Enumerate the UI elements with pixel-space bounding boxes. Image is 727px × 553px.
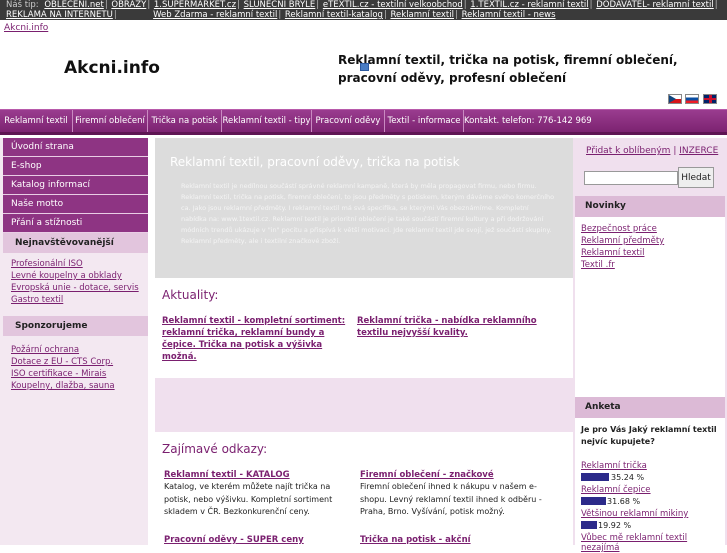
- poll-percent: 19.92 %: [598, 521, 632, 530]
- link-description: Katalog, ve kterém můžete najít trička n…: [164, 482, 333, 516]
- link-title[interactable]: Trička na potisk - akční: [360, 535, 471, 545]
- novinky-link[interactable]: Textil .fr: [581, 260, 615, 270]
- link-description: Firemní oblečení ihned k nákupu v našem …: [360, 482, 542, 516]
- tip-link-web-zdarma[interactable]: Web Zdarma - reklamní textil: [153, 10, 277, 20]
- hero-title: Reklamní textil, pracovní oděvy, trička …: [170, 155, 460, 169]
- tip-link-reklama[interactable]: REKLAMA NA INTERNETU: [6, 10, 113, 20]
- sidebar-link[interactable]: ISO certifikace - Mirais: [11, 369, 106, 379]
- right-top-links: Přidat k oblíbeným | INZERCE: [586, 146, 718, 156]
- inzerce-link[interactable]: INZERCE: [679, 146, 718, 156]
- nav-reklamni-textil[interactable]: Reklamní textil: [0, 110, 73, 132]
- news-link[interactable]: Reklamní trička - nabídka reklamního tex…: [357, 315, 547, 339]
- tips-label: Náš tip:: [6, 0, 39, 10]
- tip-link-katalog[interactable]: Reklamní textil-katalog: [285, 10, 383, 20]
- poll-option[interactable]: Reklamní čepice: [581, 485, 651, 495]
- site-logo[interactable]: Akcni.info: [64, 58, 160, 78]
- tip-link-news[interactable]: Reklamní textil - news: [462, 10, 556, 20]
- search-button[interactable]: Hledat: [678, 167, 714, 188]
- poll-option[interactable]: Většinou reklamní mikiny: [581, 509, 688, 519]
- add-favorites-link[interactable]: Přidat k oblíbeným: [586, 146, 670, 156]
- sidebar-item-prani[interactable]: Přání a stížnosti: [3, 214, 148, 233]
- plugin-icon: [360, 63, 369, 71]
- sidebar-link[interactable]: Koupelny, dlažba, sauna: [11, 381, 115, 391]
- sidebar-heading-sponsors: Sponzorujeme: [3, 316, 148, 336]
- czech-flag-icon[interactable]: [668, 94, 682, 104]
- poll-percent: 35.24 %: [611, 473, 645, 482]
- link-title[interactable]: Firemní oblečení - značkové: [360, 470, 494, 480]
- nav-firemni-obleceni[interactable]: Firemní oblečení: [73, 110, 148, 132]
- english-flag-icon[interactable]: [703, 94, 717, 104]
- tip-link-1textil[interactable]: 1.TEXTIL.cz - reklamní textil: [470, 0, 588, 10]
- links-heading: Zajímavé odkazy:: [162, 442, 268, 456]
- tip-link-dodavatel[interactable]: DODAVATEL- reklamní textil: [596, 0, 714, 10]
- news-link[interactable]: Reklamní textil - kompletní sortiment: r…: [162, 315, 352, 363]
- tip-link-reklamni-textil[interactable]: Reklamní textil: [391, 10, 454, 20]
- novinky-heading: Novinky: [575, 196, 725, 217]
- poll-question: Je pro Vás Jaký reklamní textil nejvíc k…: [581, 425, 717, 446]
- tip-link-bryle[interactable]: SLUNEČNÍ BRÝLE: [244, 0, 316, 10]
- sidebar-link[interactable]: Evropská unie - dotace, servis: [11, 283, 139, 293]
- sidebar-item-motto[interactable]: Naše motto: [3, 195, 148, 214]
- search-input[interactable]: [584, 171, 678, 185]
- sidebar-link[interactable]: Dotace z EU - CTS Corp.: [11, 357, 113, 367]
- divider-band: [155, 378, 573, 432]
- sidebar-item-eshop[interactable]: E-shop: [3, 157, 148, 176]
- site-label-link[interactable]: Akcni.info: [4, 23, 48, 33]
- nav-tricka-na-potisk[interactable]: Trička na potisk: [148, 110, 222, 132]
- nav-textil-informace[interactable]: Textil - informace: [385, 110, 464, 132]
- link-title[interactable]: Pracovní oděvy - SUPER ceny: [164, 535, 304, 545]
- sidebar-link[interactable]: Gastro textil: [11, 295, 63, 305]
- poll-option[interactable]: Vůbec mě reklamní textil nezajímá: [581, 533, 727, 553]
- anketa-heading: Anketa: [575, 397, 725, 418]
- poll-bar: [581, 497, 606, 505]
- novinky-link[interactable]: Reklamní textil: [581, 248, 644, 258]
- sidebar-heading-popular: Nejnavštěvovanější: [3, 233, 148, 253]
- tip-link-supermarket[interactable]: 1.SUPERMARKET.cz: [154, 0, 236, 10]
- sidebar-link[interactable]: Levné koupelny a obklady: [11, 271, 122, 281]
- tip-link-etextil[interactable]: eTEXTIL.cz - textilní velkoobchod: [323, 0, 463, 10]
- sidebar-link[interactable]: Požární ochrana: [11, 345, 79, 355]
- sidebar-item-katalog[interactable]: Katalog informací: [3, 176, 148, 195]
- poll-percent: 31.68 %: [607, 497, 641, 506]
- slovak-flag-icon[interactable]: [685, 94, 699, 104]
- poll-bar: [581, 473, 609, 481]
- hero-box: Reklamní textil, pracovní oděvy, trička …: [155, 138, 573, 278]
- main-nav: Reklamní textil Firemní oblečení Trička …: [0, 109, 727, 135]
- sidebar-item-uvodni-strana[interactable]: Úvodní strana: [3, 138, 148, 157]
- nav-tipy[interactable]: Reklamní textil - tipy: [222, 110, 312, 132]
- poll-bar: [581, 521, 597, 529]
- novinky-link[interactable]: Reklamní předměty: [581, 236, 664, 246]
- tip-link-obleceni[interactable]: OBLEČENÍ.net: [44, 0, 103, 10]
- news-heading: Aktuality:: [162, 288, 219, 302]
- top-tips-bar: Náš tip: OBLEČENÍ.net| OBRAZY| 1.SUPERMA…: [0, 0, 727, 20]
- novinky-link[interactable]: Bezpečnost práce: [581, 224, 657, 234]
- nav-kontakt[interactable]: Kontakt. telefon: 776-142 969: [464, 110, 592, 132]
- poll-option[interactable]: Reklamní trička: [581, 461, 647, 471]
- nav-pracovni-odevy[interactable]: Pracovní oděvy: [312, 110, 385, 132]
- sidebar-link[interactable]: Profesionální ISO: [11, 259, 83, 269]
- page-tagline: Reklamní textil, trička na potisk, firem…: [338, 53, 678, 85]
- link-title[interactable]: Reklamní textil - KATALOG: [164, 470, 290, 480]
- hero-text: Reklamní textil je nedílnou součástí spr…: [181, 182, 555, 245]
- tip-link-obrazy[interactable]: OBRAZY: [111, 0, 146, 10]
- separator: |: [673, 146, 677, 156]
